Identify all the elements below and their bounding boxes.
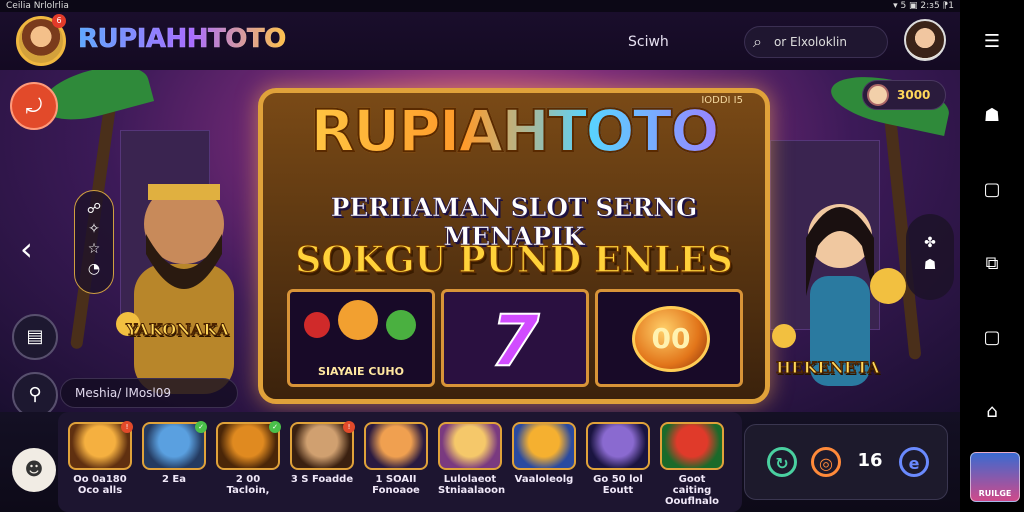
- game-thumbnail[interactable]: [660, 422, 724, 470]
- game-name: 2 00 Tacloin,: [226, 474, 270, 496]
- coin-balance-badge[interactable]: 3000: [862, 80, 946, 110]
- panel-icon[interactable]: ✤: [906, 232, 954, 254]
- quick-actions-panel: ↻ ◎ 16 e: [744, 424, 948, 500]
- share-icon: ⤾: [25, 94, 43, 118]
- ring-icon[interactable]: ◎: [811, 447, 841, 477]
- status-bar: Ceilia Nrlolrlia ▾ 5 ▣ 2:ɜ5 ⁋1: [0, 0, 960, 12]
- character-left-label: YAKONAKA: [126, 320, 230, 340]
- game-badge: ✓: [195, 421, 207, 433]
- game-tile[interactable]: Go 50 lol Eoutt: [586, 422, 650, 496]
- cherry-icon: [304, 312, 330, 338]
- search-icon: ⌕: [753, 32, 762, 51]
- character-right-label: HEKENETA: [776, 358, 881, 378]
- counter-icon[interactable]: 16: [855, 447, 885, 477]
- panel-icon[interactable]: ◔: [75, 259, 113, 279]
- game-tile[interactable]: ✓ 2 00 Tacloin,: [216, 421, 281, 496]
- e-icon[interactable]: e: [899, 447, 929, 477]
- search-placeholder: or Elxoloklin: [773, 35, 847, 49]
- game-tile[interactable]: Vaaloleolg: [512, 422, 576, 485]
- thumb-label: RUILGE: [978, 489, 1012, 498]
- banner-subtitle-gold: SOKGU PUND ENLES: [295, 238, 734, 281]
- gallery-button[interactable]: ▤: [12, 314, 58, 360]
- game-tile[interactable]: Lulolaeot Stniaalaoon: [438, 422, 506, 496]
- square-icon[interactable]: ▢: [980, 326, 1004, 350]
- game-name: Lulolaeot Stniaalaoon: [438, 474, 506, 496]
- game-tile[interactable]: Goot caiting Oouflnalo: [660, 422, 724, 507]
- banner-search-strip[interactable]: Meshia/ lMosl09: [60, 378, 238, 408]
- game-badge: ✓: [269, 421, 281, 433]
- reel-seven: 7: [441, 289, 589, 387]
- game-name: 3 S Foadde: [290, 474, 354, 485]
- slot-board: RUPIAHTOTO IODDI I5 PERIIAMAN SLOT SERNG…: [258, 88, 770, 404]
- game-thumbnail[interactable]: [438, 422, 502, 470]
- right-mini-panel[interactable]: ✤ ☗: [906, 214, 954, 300]
- panel-icon[interactable]: ☗: [906, 254, 954, 276]
- left-mini-panel[interactable]: ☍ ✧ ☆ ◔: [74, 190, 114, 294]
- game-name: 2 Ea: [161, 474, 187, 485]
- person-icon: ☻: [24, 459, 44, 480]
- prev-slide-arrow-icon[interactable]: ‹: [20, 230, 33, 268]
- reel-fruits: SIAYAIE CUHO: [287, 289, 435, 387]
- banner-title: RUPIAHTOTO: [263, 96, 765, 166]
- game-thumbnail[interactable]: [586, 422, 650, 470]
- promo-banner[interactable]: RUPIAHTOTO IODDI I5 PERIIAMAN SLOT SERNG…: [0, 70, 960, 412]
- logo-notification-badge: 6: [52, 14, 66, 28]
- game-thumbnail[interactable]: [512, 422, 576, 470]
- game-tile[interactable]: ✓ 2 Ea: [142, 421, 207, 485]
- app-header: 6 RUPIAHHTOTO Sciwh ⌕ or Elxoloklin: [0, 12, 960, 70]
- game-tile[interactable]: 1 SOAII Fonoaoe: [364, 422, 428, 496]
- game-thumbnail[interactable]: ✓: [142, 421, 207, 470]
- home-button[interactable]: ☻: [12, 448, 56, 492]
- mini-avatar: [867, 84, 889, 106]
- bottom-bar: ☻ ! Oo 0a180 Oco alls ✓ 2 Ea ✓ 2 00 Tacloin,!…: [0, 412, 960, 512]
- recent-app-thumbnail[interactable]: RUILGE: [970, 452, 1020, 502]
- game-name: Vaaloleolg: [514, 474, 574, 485]
- panel-icon[interactable]: ✧: [75, 219, 113, 239]
- character-right: HEKENETA: [770, 186, 910, 412]
- refresh-icon[interactable]: ↻: [767, 447, 797, 477]
- lime-icon: [386, 310, 416, 340]
- game-tile[interactable]: ! 3 S Foadde: [290, 421, 355, 485]
- gallery-icon: ▤: [26, 326, 44, 347]
- search-link[interactable]: Sciwh: [628, 34, 669, 50]
- reel-label: SIAYAIE CUHO: [318, 365, 404, 378]
- game-name: 1 SOAII Fonoaoe: [372, 474, 420, 496]
- user-pin-icon: ⚲: [28, 384, 42, 405]
- panel-icon[interactable]: ☍: [75, 199, 113, 219]
- game-thumbnail[interactable]: !: [290, 421, 355, 470]
- search-input[interactable]: ⌕ or Elxoloklin: [744, 26, 888, 58]
- game-name: Go 50 lol Eoutt: [593, 474, 643, 496]
- back-icon[interactable]: ⌂: [980, 400, 1004, 424]
- menu-icon[interactable]: ☰: [980, 30, 1004, 54]
- game-badge: !: [343, 421, 355, 433]
- game-name: Goot caiting Oouflnalo: [664, 474, 720, 507]
- game-list: ! Oo 0a180 Oco alls ✓ 2 Ea ✓ 2 00 Tacloin,! 3 …: [58, 412, 742, 512]
- copy-icon[interactable]: ⧉: [980, 252, 1004, 276]
- user-pin-button[interactable]: ⚲: [12, 372, 58, 412]
- tiger-icon: [338, 300, 378, 340]
- board-tag: IODDI I5: [701, 95, 743, 106]
- game-badge: !: [121, 421, 133, 433]
- game-tile[interactable]: ! Oo 0a180 Oco alls: [68, 421, 133, 496]
- user-avatar[interactable]: [904, 19, 946, 61]
- status-right-text: ▾ 5 ▣ 2:ɜ5 ⁋1: [893, 1, 954, 11]
- coin-icon: 00: [632, 306, 710, 372]
- game-thumbnail[interactable]: ✓: [216, 421, 281, 470]
- game-name: Oo 0a180 Oco alls: [73, 474, 127, 496]
- lucky-seven: 7: [490, 299, 541, 383]
- app-logo-text[interactable]: RUPIAHHTOTO: [78, 24, 287, 55]
- game-thumbnail[interactable]: !: [68, 421, 133, 470]
- share-button[interactable]: ⤾: [10, 82, 58, 130]
- panel-icon[interactable]: ☆: [75, 239, 113, 259]
- home-icon[interactable]: ☗: [980, 104, 1004, 128]
- status-left-text: Ceilia Nrlolrlia: [6, 1, 69, 11]
- game-thumbnail[interactable]: [364, 422, 428, 470]
- character-left: YAKONAKA: [104, 154, 254, 412]
- system-nav-bar: ☰ ☗ ▢ ⧉ ▢ ⌂: [960, 0, 1024, 512]
- coin-amount: 3000: [897, 88, 931, 102]
- reel-coin: 00: [595, 289, 743, 387]
- square-icon[interactable]: ▢: [980, 178, 1004, 202]
